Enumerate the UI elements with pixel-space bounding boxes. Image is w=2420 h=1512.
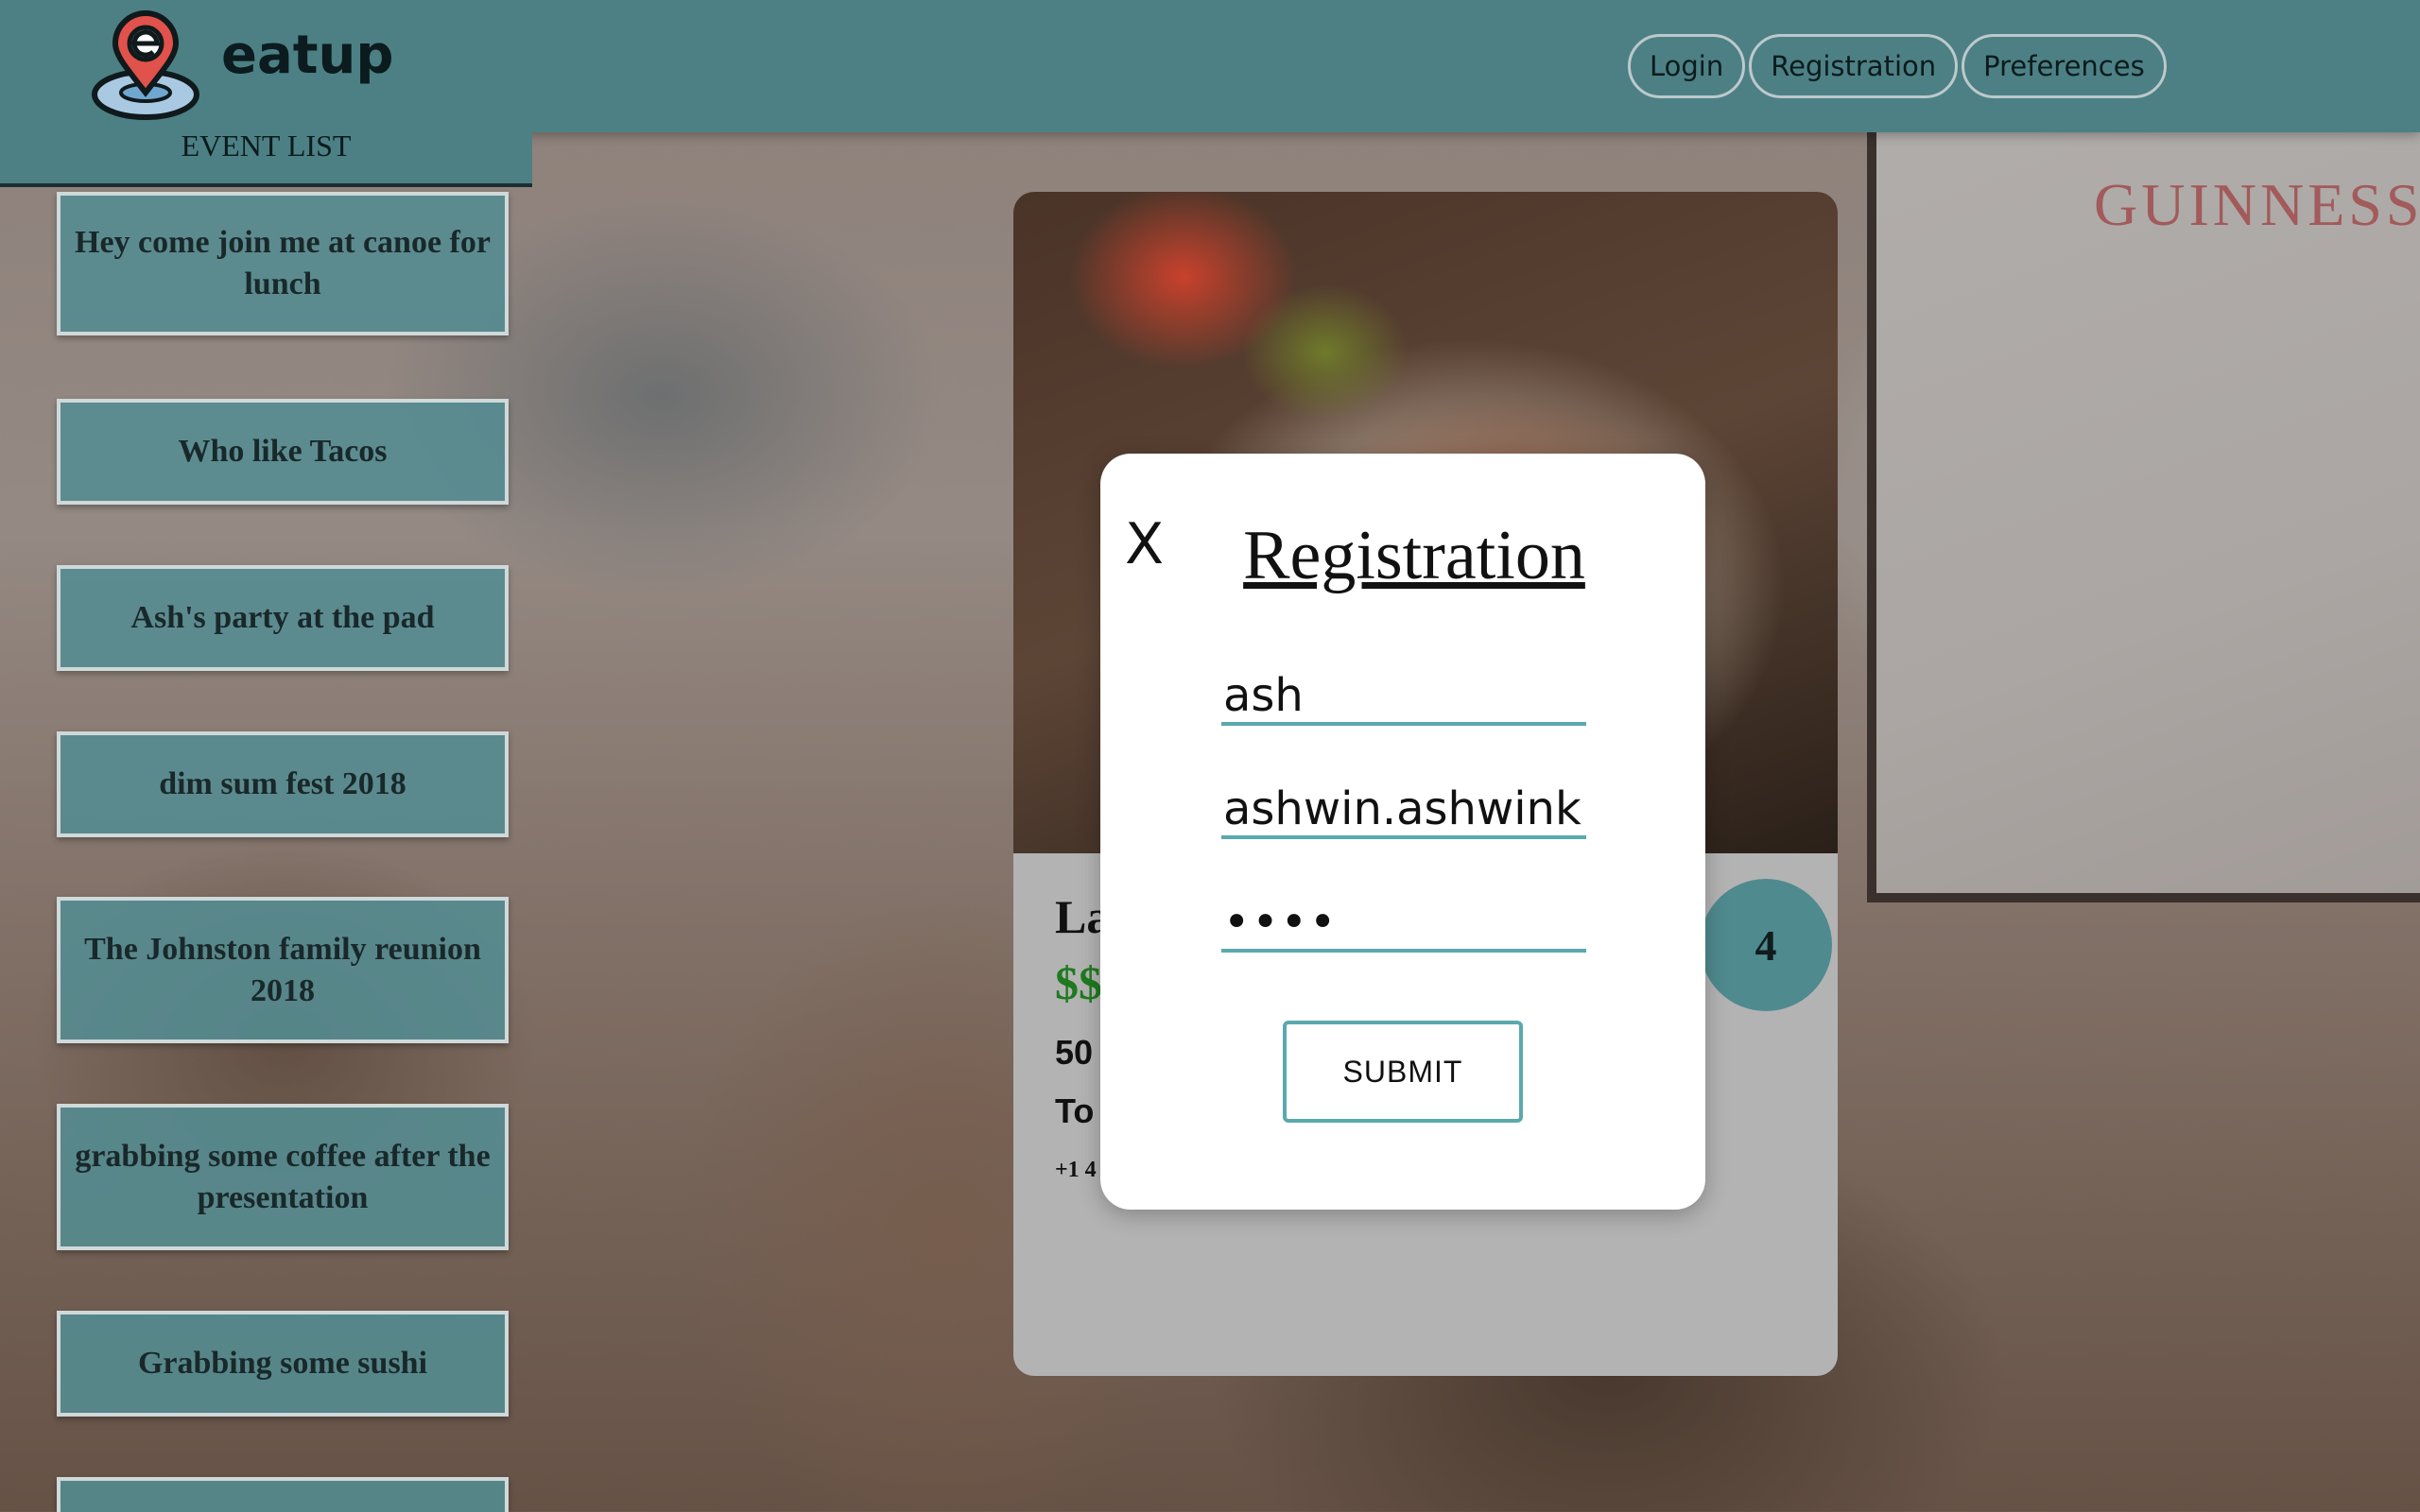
registration-modal: X Registration SUBMIT <box>1100 454 1705 1210</box>
restaurant-phone: +1 4 <box>1055 1158 1097 1182</box>
event-item[interactable]: dim sum fest 2018 <box>57 731 509 837</box>
event-item[interactable]: The Johnston family reunion 2018 <box>57 897 509 1043</box>
event-item[interactable]: Ash's party at the pad <box>57 565 509 671</box>
logo-pin-icon[interactable] <box>87 9 210 123</box>
password-field[interactable] <box>1221 896 1586 953</box>
event-item[interactable]: grabbing some coffee after the presentat… <box>57 1104 509 1250</box>
event-item[interactable]: Hey come join me at canoe for lunch <box>57 192 509 335</box>
brand-name: eatup <box>221 25 394 86</box>
login-button[interactable]: Login <box>1628 34 1746 98</box>
submit-button[interactable]: SUBMIT <box>1283 1021 1523 1123</box>
modal-title: Registration <box>1243 517 1585 594</box>
registration-button[interactable]: Registration <box>1749 34 1959 98</box>
restaurant-address-line2: To <box>1055 1091 1095 1130</box>
preferences-button[interactable]: Preferences <box>1962 34 2167 98</box>
event-item[interactable]: Who like Tacos <box>57 399 509 505</box>
username-field[interactable] <box>1221 669 1586 726</box>
event-item[interactable]: Grabbing some sushi <box>57 1311 509 1417</box>
event-item[interactable] <box>57 1477 509 1512</box>
email-field[interactable] <box>1221 782 1586 839</box>
event-list-heading-bar: EVENT LIST <box>0 129 532 187</box>
top-bar: eatup Login Registration Preferences <box>0 0 2420 132</box>
restaurant-address-line1: 50 <box>1055 1033 1094 1072</box>
rating-badge: 4 <box>1700 879 1832 1011</box>
restaurant-price: $$ <box>1055 956 1102 1009</box>
event-list-heading: EVENT LIST <box>181 129 352 163</box>
top-nav: Login Registration Preferences <box>1628 34 2167 98</box>
